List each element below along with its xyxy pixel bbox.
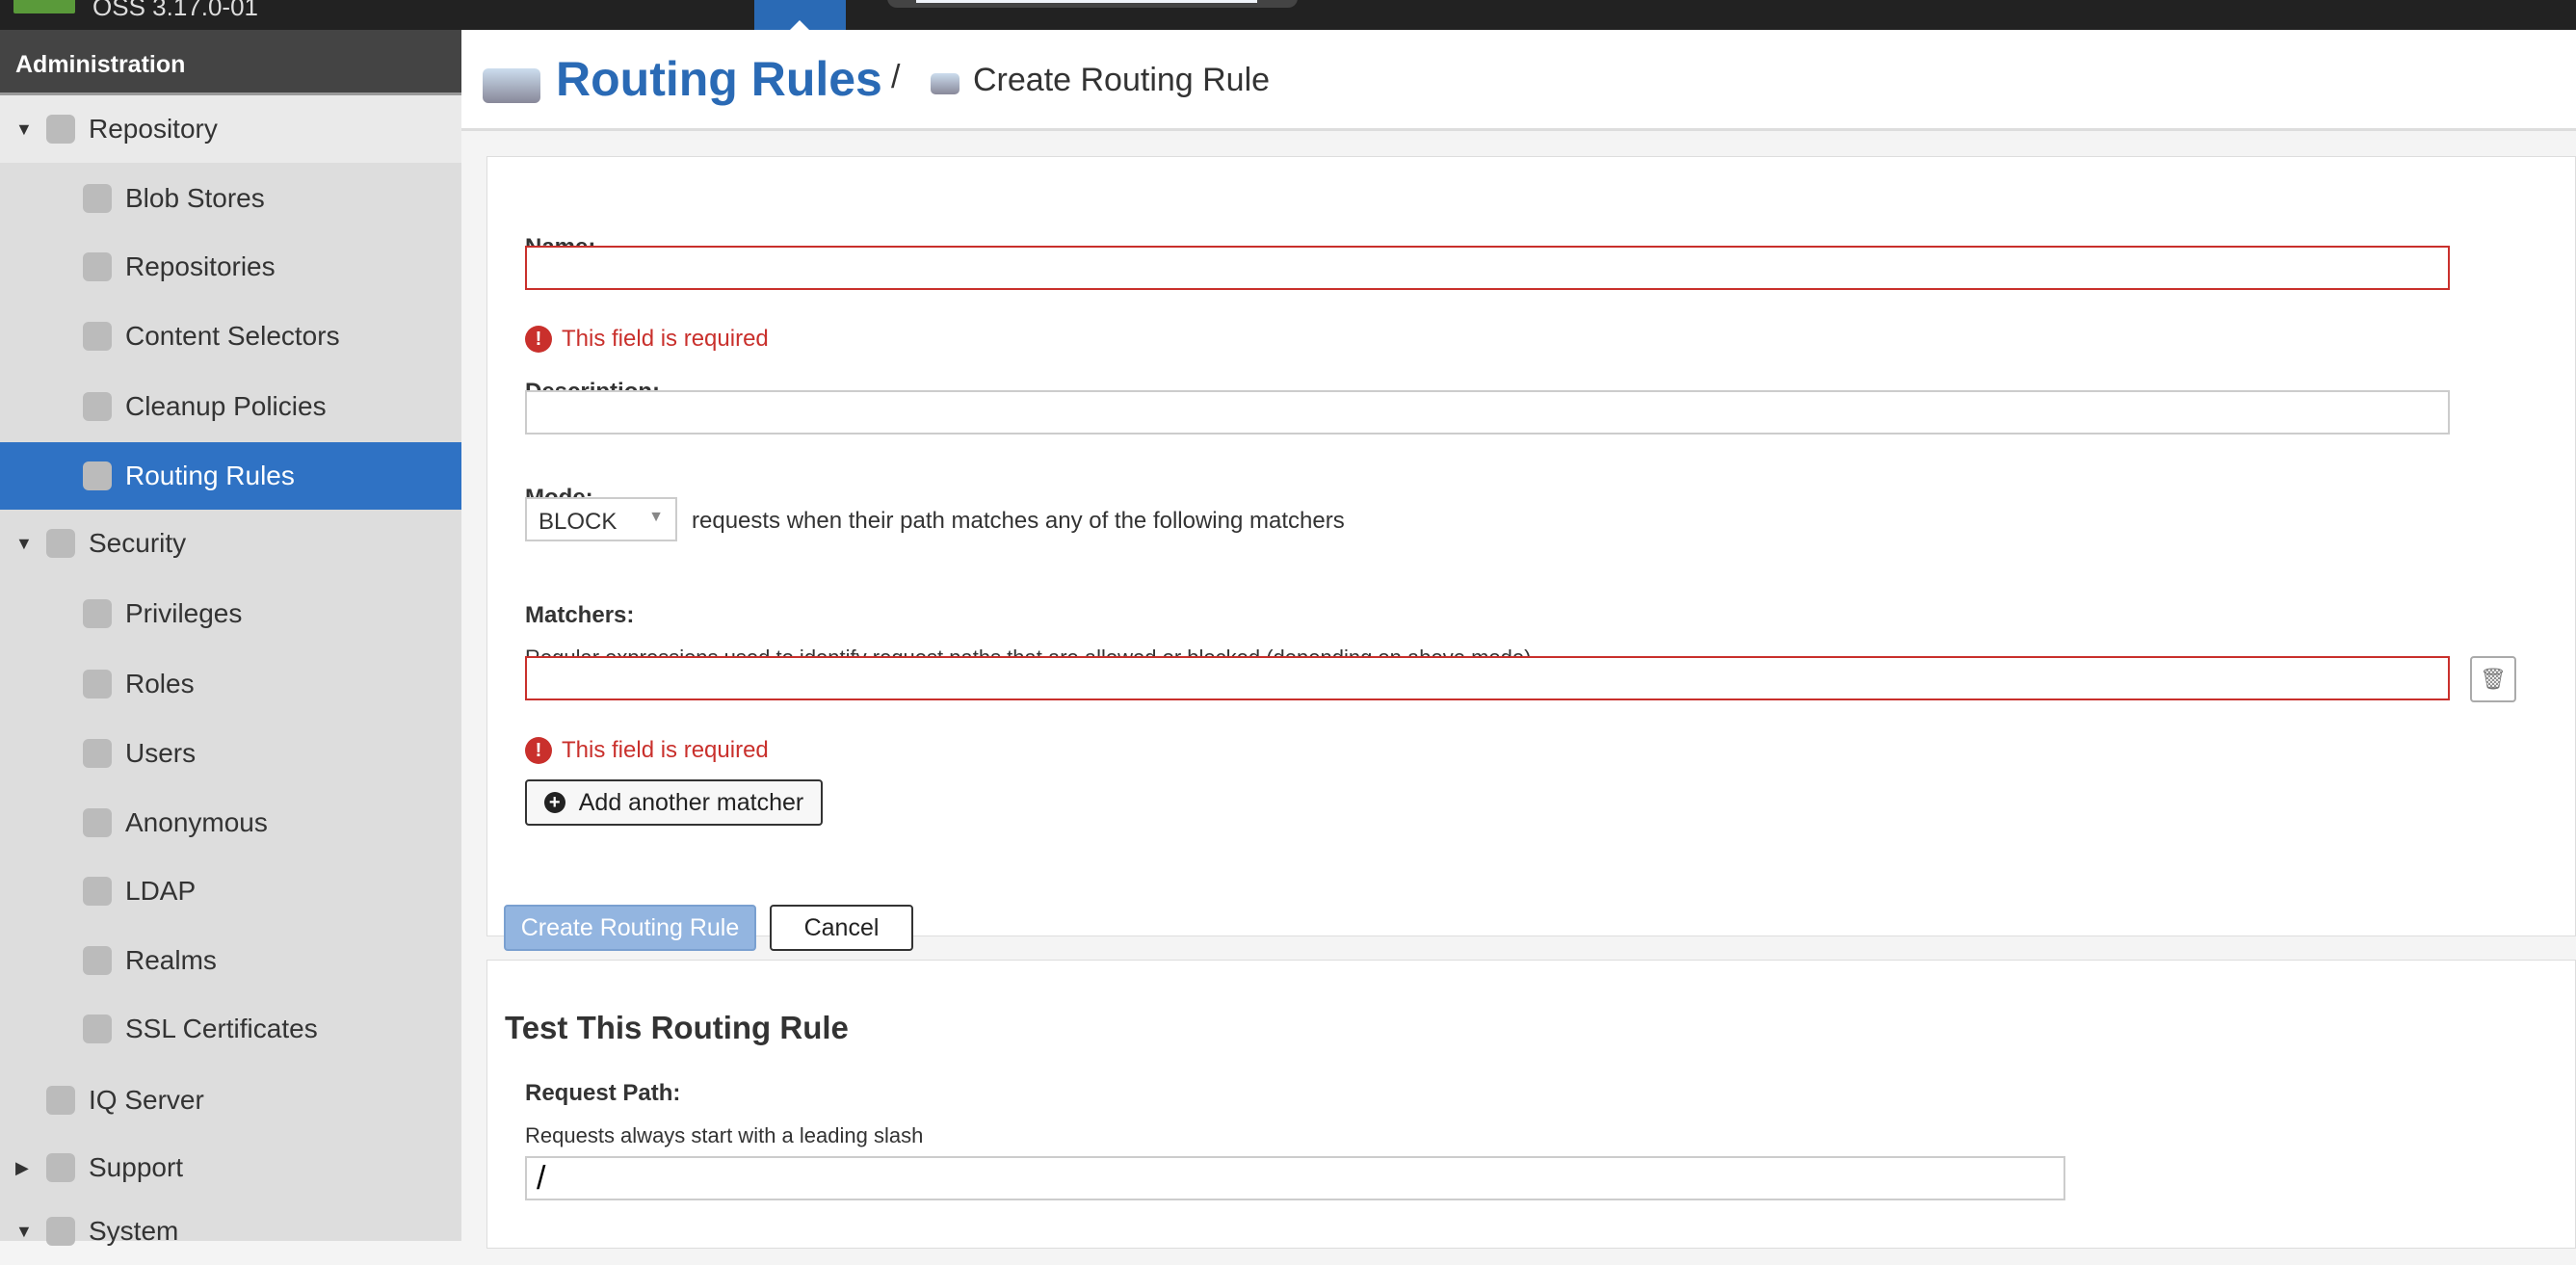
sidebar-item-label: Security — [89, 528, 187, 558]
request-path-help: Requests always start with a leading sla… — [525, 1123, 924, 1147]
router-icon — [83, 461, 112, 490]
sidebar-item-label: Privileges — [125, 598, 243, 628]
request-path-input[interactable] — [525, 1156, 2065, 1200]
sidebar-item-label: Cleanup Policies — [125, 391, 327, 421]
version-label: OSS 3.17.0-01 — [92, 0, 258, 21]
sidebar-item-cleanup-policies[interactable]: Cleanup Policies — [0, 373, 461, 440]
sidebar-item-label: Repositories — [125, 251, 276, 281]
caret-right-icon[interactable]: ▶ — [15, 1158, 35, 1178]
users-icon — [83, 739, 112, 768]
matcher-input[interactable] — [525, 656, 2450, 700]
sidebar-item-label: IQ Server — [89, 1085, 204, 1115]
page-header: Routing Rules / Create Routing Rule — [461, 30, 2576, 131]
error-text: This field is required — [562, 737, 769, 763]
error-text: This field is required — [562, 326, 769, 352]
sidebar-item-label: System — [89, 1216, 179, 1246]
matcher-error: ! This field is required — [525, 737, 769, 764]
sidebar-item-system[interactable]: ▼ System — [0, 1198, 461, 1265]
name-error: ! This field is required — [525, 326, 769, 353]
lifebuoy-icon — [46, 1153, 75, 1182]
sidebar-item-label: LDAP — [125, 876, 197, 906]
request-path-label: Request Path: — [525, 1080, 681, 1106]
certificate-icon — [83, 1015, 112, 1043]
sidebar-item-blob-stores[interactable]: Blob Stores — [0, 165, 461, 232]
admin-mode-tab[interactable] — [754, 0, 846, 30]
sidebar-item-ldap[interactable]: LDAP — [0, 857, 461, 925]
cancel-button[interactable]: Cancel — [770, 905, 913, 951]
matchers-label: Matchers: — [525, 602, 635, 628]
sidebar-item-label: Roles — [125, 669, 195, 698]
router-icon — [483, 68, 540, 103]
sidebar-item-label: Users — [125, 738, 197, 768]
sidebar-item-label: SSL Certificates — [125, 1014, 318, 1043]
mode-value: BLOCK — [539, 509, 618, 535]
sidebar-item-privileges[interactable]: Privileges — [0, 580, 461, 647]
caret-down-icon[interactable]: ▼ — [15, 1222, 35, 1242]
logo-icon — [13, 0, 75, 13]
sidebar-item-security[interactable]: ▼ Security — [0, 510, 461, 577]
sidebar-item-repositories[interactable]: Repositories — [0, 233, 461, 301]
sidebar-item-label: Blob Stores — [125, 183, 265, 213]
trash-icon: 🗑 — [2480, 667, 2507, 691]
sidebar-item-label: Routing Rules — [125, 461, 295, 490]
mode-suffix: requests when their path matches any of … — [692, 508, 1345, 534]
sidebar-item-iq-server[interactable]: IQ Server — [0, 1067, 461, 1134]
delete-matcher-button[interactable]: 🗑 — [2470, 656, 2516, 702]
sidebar-item-content-selectors[interactable]: Content Selectors — [0, 303, 461, 370]
sidebar-item-ssl-certificates[interactable]: SSL Certificates — [0, 995, 461, 1063]
medal-icon — [83, 599, 112, 628]
sidebar-item-label: Realms — [125, 945, 217, 975]
sidebar-header: Administration — [0, 30, 461, 95]
sidebar-item-users[interactable]: Users — [0, 720, 461, 787]
caret-down-icon[interactable]: ▼ — [15, 534, 35, 554]
mode-select[interactable]: BLOCK ▼ — [525, 497, 677, 541]
sidebar-item-support[interactable]: ▶ Support — [0, 1134, 461, 1201]
sidebar: Administration ▼ Repository Blob Stores Rep… — [0, 30, 461, 1246]
error-icon: ! — [525, 737, 552, 764]
plus-circle-icon: + — [543, 792, 565, 813]
search-box[interactable] — [887, 0, 1298, 8]
sidebar-item-realms[interactable]: Realms — [0, 927, 461, 994]
sidebar-item-routing-rules[interactable]: Routing Rules — [0, 442, 461, 510]
sidebar-item-label: Anonymous — [125, 807, 268, 837]
router-icon — [931, 73, 959, 94]
database-icon — [46, 115, 75, 144]
create-routing-rule-button[interactable]: Create Routing Rule — [504, 905, 756, 951]
sidebar-item-anonymous[interactable]: Anonymous — [0, 789, 461, 857]
iq-server-icon — [46, 1086, 75, 1115]
security-icon — [46, 529, 75, 558]
shield-icon — [83, 946, 112, 975]
content-selector-icon — [83, 322, 112, 351]
database-icon — [83, 252, 112, 281]
top-bar: OSS 3.17.0-01 — [0, 0, 2576, 30]
ldap-icon — [83, 877, 112, 906]
sidebar-item-repository[interactable]: ▼ Repository — [0, 95, 461, 163]
test-routing-rule-panel: Test This Routing Rule Request Path: Req… — [486, 960, 2576, 1249]
caret-down-icon[interactable]: ▼ — [15, 119, 35, 140]
main-content: Routing Rules / Create Routing Rule Name… — [461, 30, 2576, 1249]
breadcrumb-current: Create Routing Rule — [973, 62, 1271, 98]
sidebar-item-label: Support — [89, 1152, 184, 1182]
description-input[interactable] — [525, 390, 2450, 435]
add-matcher-label: Add another matcher — [578, 788, 804, 816]
sidebar-item-label: Content Selectors — [125, 321, 340, 351]
error-icon: ! — [525, 326, 552, 353]
page-title[interactable]: Routing Rules — [556, 51, 882, 107]
sidebar-item-roles[interactable]: Roles — [0, 650, 461, 718]
blob-store-icon — [83, 184, 112, 213]
routing-rule-form: Name: !This field is required Descriptio… — [486, 156, 2576, 951]
sidebar-item-label: Repository — [89, 114, 218, 144]
name-input[interactable] — [525, 246, 2450, 290]
gear-icon — [46, 1217, 75, 1246]
role-icon — [83, 670, 112, 698]
add-matcher-button[interactable]: + Add another matcher — [525, 779, 823, 826]
breadcrumb-separator: / — [891, 59, 901, 95]
test-title: Test This Routing Rule — [505, 1010, 849, 1045]
broom-icon — [83, 392, 112, 421]
chevron-down-icon: ▼ — [648, 509, 664, 525]
anonymous-icon — [83, 808, 112, 837]
